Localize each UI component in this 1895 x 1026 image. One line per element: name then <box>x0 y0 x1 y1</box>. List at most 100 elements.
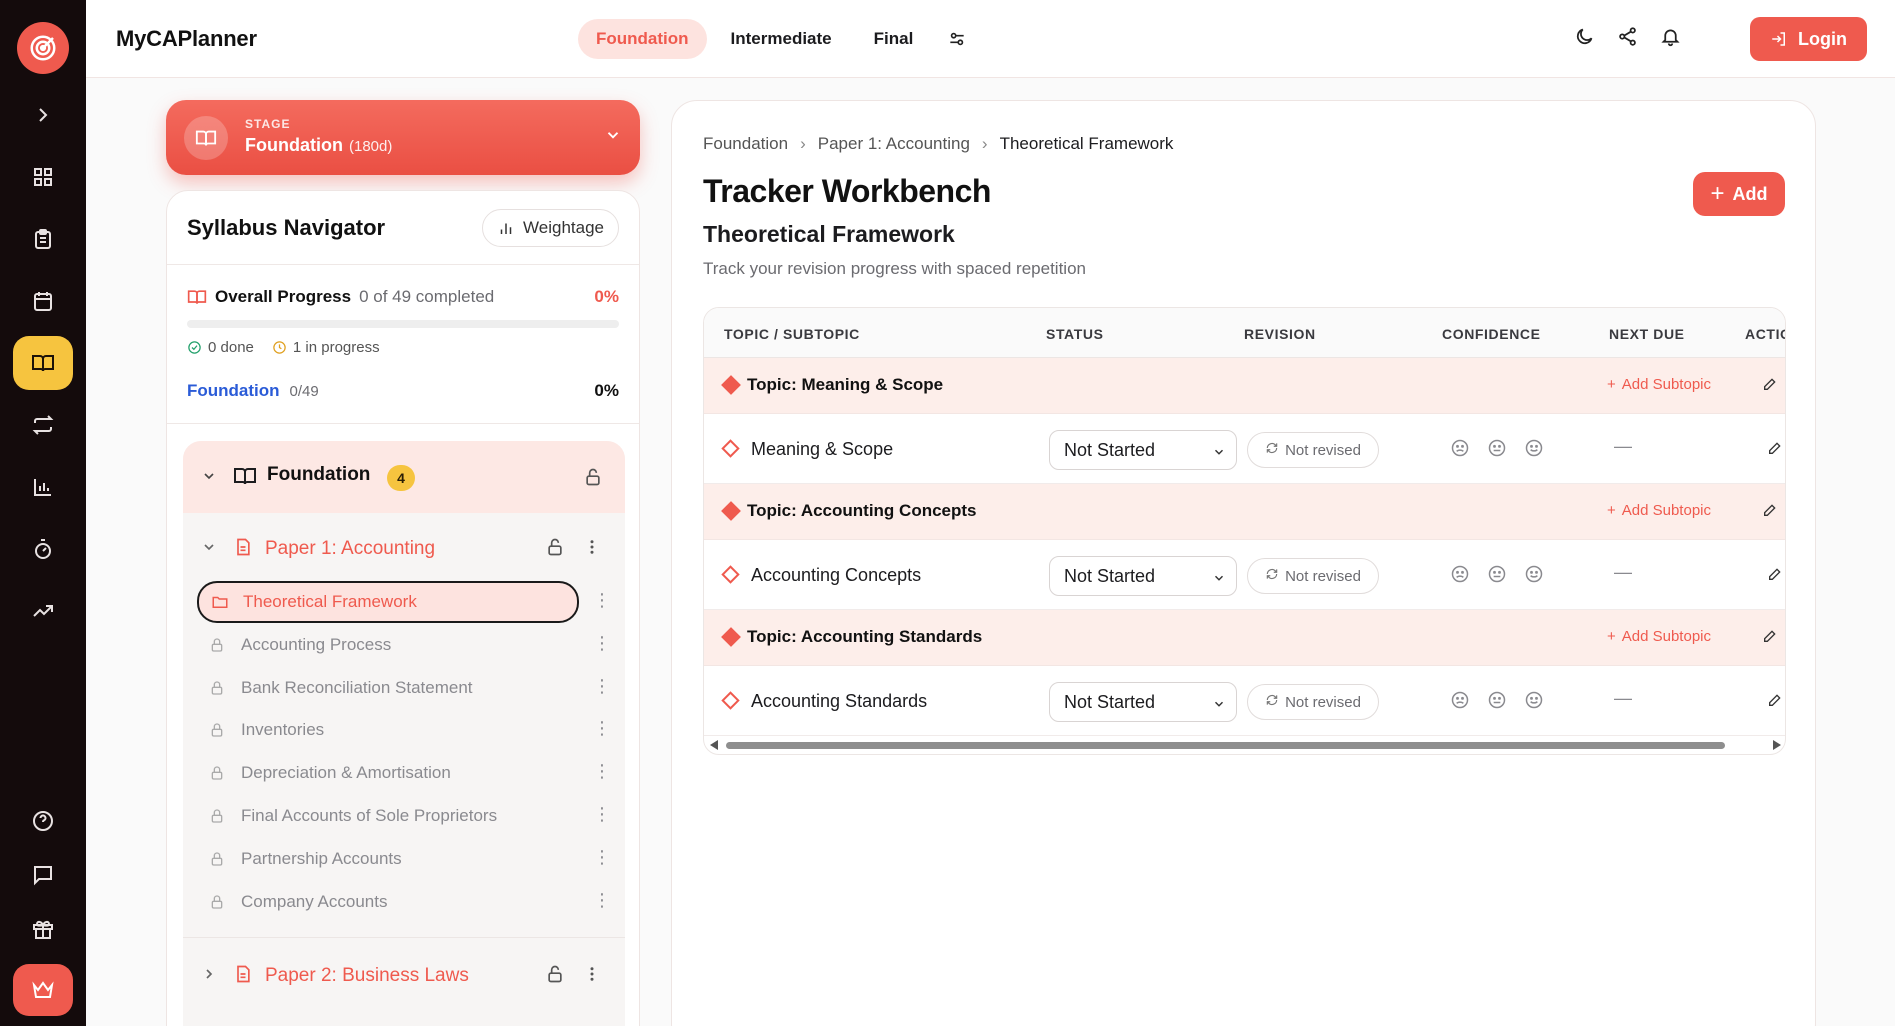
chevron-down-icon[interactable] <box>201 539 217 560</box>
chat-icon[interactable] <box>13 848 73 902</box>
scrollbar-thumb[interactable] <box>726 742 1725 749</box>
more-vertical-icon[interactable]: ⋮ <box>593 890 611 911</box>
smile-icon[interactable] <box>1524 438 1544 463</box>
chapter-item[interactable]: Inventories <box>197 709 579 751</box>
in-progress-legend: 1 in progress <box>272 339 380 356</box>
crown-icon[interactable] <box>13 964 73 1016</box>
paper-name: Paper 2: Business Laws <box>265 965 469 986</box>
bell-icon[interactable] <box>1660 26 1681 52</box>
login-label: Login <box>1798 28 1847 49</box>
add-subtopic-button[interactable]: + Add Subtopic <box>1607 502 1711 519</box>
status-select[interactable]: Not Started <box>1049 682 1237 722</box>
scroll-left-arrow[interactable] <box>710 740 718 750</box>
edit-pencil-icon[interactable] <box>1767 440 1783 461</box>
breadcrumb-item[interactable]: Foundation <box>703 134 788 154</box>
status-select[interactable]: Not Started <box>1049 556 1237 596</box>
login-button[interactable]: Login <box>1750 17 1867 61</box>
stage-name-text: Foundation <box>245 135 343 155</box>
more-vertical-icon[interactable]: ⋮ <box>593 804 611 825</box>
chapter-item[interactable]: Final Accounts of Sole Proprietors <box>197 795 579 837</box>
edit-pencil-icon[interactable] <box>1767 692 1783 713</box>
edit-pencil-icon[interactable] <box>1762 628 1778 649</box>
level-link[interactable]: Foundation <box>187 381 280 401</box>
clipboard-icon[interactable] <box>13 212 73 266</box>
status-select[interactable]: Not Started <box>1049 430 1237 470</box>
expand-icon[interactable] <box>13 88 73 142</box>
diamond-icon <box>721 501 741 521</box>
more-vertical-icon[interactable]: ⋮ <box>593 847 611 868</box>
timer-icon[interactable] <box>13 522 73 576</box>
more-vertical-icon[interactable] <box>583 965 601 988</box>
weightage-button[interactable]: Weightage <box>482 209 619 247</box>
filter-settings-icon[interactable] <box>937 19 977 59</box>
stage-selector[interactable]: STAGE Foundation (180d) <box>166 100 640 175</box>
revision-button[interactable]: Not revised <box>1247 558 1379 594</box>
paper-row-2[interactable]: Paper 2: Business Laws <box>183 946 625 1006</box>
chapter-item[interactable]: Depreciation & Amortisation <box>197 752 579 794</box>
scroll-right-arrow[interactable] <box>1773 740 1781 750</box>
more-vertical-icon[interactable]: ⋮ <box>593 761 611 782</box>
repeat-icon[interactable] <box>13 398 73 452</box>
unlock-icon[interactable] <box>545 537 565 562</box>
more-vertical-icon[interactable]: ⋮ <box>593 676 611 697</box>
chevron-right-icon[interactable] <box>201 966 217 987</box>
add-button[interactable]: + Add <box>1693 172 1785 216</box>
frown-icon[interactable] <box>1450 438 1470 463</box>
horizontal-scrollbar[interactable] <box>704 738 1785 752</box>
neutral-face-icon[interactable] <box>1487 564 1507 589</box>
chapter-item[interactable]: Partnership Accounts <box>197 838 579 880</box>
level-pct: 0% <box>594 381 619 400</box>
add-subtopic-button[interactable]: + Add Subtopic <box>1607 376 1711 393</box>
lock-icon <box>209 680 231 696</box>
unlock-icon[interactable] <box>545 964 565 989</box>
paper-row-1[interactable]: Paper 1: Accounting <box>183 519 625 579</box>
book-icon[interactable] <box>13 336 73 390</box>
revision-button[interactable]: Not revised <box>1247 432 1379 468</box>
neutral-face-icon[interactable] <box>1487 690 1507 715</box>
breadcrumb-item[interactable]: Paper 1: Accounting <box>818 134 970 154</box>
more-vertical-icon[interactable]: ⋮ <box>593 633 611 654</box>
add-subtopic-button[interactable]: + Add Subtopic <box>1607 628 1711 645</box>
neutral-face-icon[interactable] <box>1487 438 1507 463</box>
group-foundation[interactable]: Foundation 4 <box>183 441 625 513</box>
tab-intermediate[interactable]: Intermediate <box>713 19 850 59</box>
brand-title[interactable]: MyCAPlanner <box>116 26 257 52</box>
trending-up-icon[interactable] <box>13 584 73 638</box>
share-icon[interactable] <box>1617 26 1638 52</box>
tab-foundation[interactable]: Foundation <box>578 19 707 59</box>
dashboard-icon[interactable] <box>13 150 73 204</box>
chapter-item[interactable]: Company Accounts <box>197 881 579 923</box>
smile-icon[interactable] <box>1524 690 1544 715</box>
overall-progress-row: Overall Progress 0 of 49 completed 0% <box>187 287 619 307</box>
chapter-item[interactable]: Theoretical Framework <box>197 581 579 623</box>
status-value: Not Started <box>1064 439 1156 460</box>
lock-icon <box>209 637 231 653</box>
unlock-icon[interactable] <box>583 467 603 492</box>
chapter-item[interactable]: Accounting Process <box>197 624 579 666</box>
frown-icon[interactable] <box>1450 564 1470 589</box>
gift-icon[interactable] <box>13 902 73 956</box>
calendar-icon[interactable] <box>13 274 73 328</box>
tab-final[interactable]: Final <box>856 19 932 59</box>
bar-chart-icon <box>500 223 512 234</box>
chevron-down-icon[interactable] <box>201 468 217 489</box>
col-confidence: CONFIDENCE <box>1442 326 1541 342</box>
bar-chart-icon[interactable] <box>13 460 73 514</box>
moon-icon[interactable] <box>1574 26 1595 52</box>
open-book-icon <box>184 116 228 160</box>
more-vertical-icon[interactable]: ⋮ <box>593 590 611 611</box>
edit-pencil-icon[interactable] <box>1762 502 1778 523</box>
help-icon[interactable] <box>13 794 73 848</box>
add-subtopic-label: Add Subtopic <box>1621 502 1711 519</box>
page-title: Tracker Workbench <box>703 173 991 209</box>
smile-icon[interactable] <box>1524 564 1544 589</box>
chapter-item[interactable]: Bank Reconciliation Statement <box>197 667 579 709</box>
more-vertical-icon[interactable] <box>583 538 601 561</box>
target-logo-icon[interactable] <box>17 22 69 74</box>
frown-icon[interactable] <box>1450 690 1470 715</box>
revision-button[interactable]: Not revised <box>1247 684 1379 720</box>
syllabus-navigator: Syllabus Navigator Weightage Overall Pro… <box>166 190 640 1026</box>
more-vertical-icon[interactable]: ⋮ <box>593 718 611 739</box>
edit-pencil-icon[interactable] <box>1762 376 1778 397</box>
edit-pencil-icon[interactable] <box>1767 566 1783 587</box>
